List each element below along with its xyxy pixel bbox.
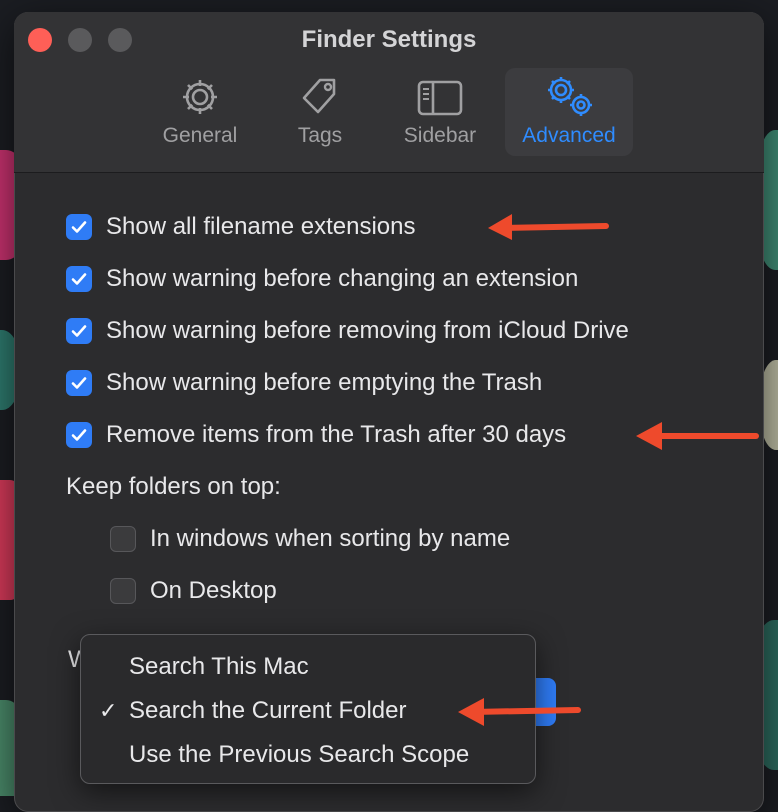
option-label: Remove items from the Trash after 30 day… [106, 421, 567, 448]
toolbar: Finder Settings General Tags Sidebar Adv… [14, 12, 764, 173]
option-label: On Desktop [150, 577, 277, 604]
gears-icon [548, 77, 592, 116]
checkmark-icon [71, 325, 87, 337]
option-label: Show warning before emptying the Trash [106, 369, 543, 396]
checkbox-unchecked[interactable] [110, 578, 136, 604]
keep-folders-heading: Keep folders on top: [66, 473, 281, 500]
annotation-arrow-icon [488, 214, 609, 240]
option-label: In windows when sorting by name [150, 525, 511, 552]
checkbox-unchecked[interactable] [110, 526, 136, 552]
option-show-extensions[interactable]: Show all filename extensions [66, 201, 764, 253]
tab-label: Tags [297, 124, 343, 147]
annotation-arrow-icon [636, 422, 759, 450]
tab-advanced[interactable]: Advanced [505, 68, 633, 156]
checkbox-checked[interactable] [66, 214, 92, 240]
menu-item-label: Search the Current Folder [129, 697, 407, 724]
checkbox-checked[interactable] [66, 370, 92, 396]
checkmark-icon [71, 221, 87, 233]
option-warn-icloud[interactable]: Show warning before removing from iCloud… [66, 305, 764, 357]
tab-label: Advanced [522, 124, 616, 147]
menu-item-label: Use the Previous Search Scope [129, 741, 470, 768]
checkmark-icon [71, 273, 87, 285]
checkbox-checked[interactable] [66, 422, 92, 448]
annotation-arrow-icon [458, 698, 581, 726]
tab-general[interactable]: General [145, 68, 255, 156]
gear-icon [183, 80, 217, 114]
tab-label: Sidebar [403, 124, 477, 147]
option-label: Show warning before changing an extensio… [106, 265, 579, 292]
tab-label: General [162, 124, 238, 147]
tag-icon [302, 78, 336, 114]
checkbox-checked[interactable] [66, 318, 92, 344]
menu-item-previous-scope[interactable]: Use the Previous Search Scope [81, 733, 535, 777]
sidebar-icon [417, 80, 463, 116]
option-folders-top-windows[interactable]: In windows when sorting by name [66, 513, 764, 565]
option-warn-empty-trash[interactable]: Show warning before emptying the Trash [66, 357, 764, 409]
option-label: Show warning before removing from iCloud… [106, 317, 629, 344]
checkmark-icon [71, 429, 87, 441]
menu-item-label: Search This Mac [129, 653, 309, 680]
option-warn-change-extension[interactable]: Show warning before changing an extensio… [66, 253, 764, 305]
option-label: Show all filename extensions [106, 213, 416, 240]
settings-tabs: General Tags Sidebar Advanced [14, 68, 764, 156]
checkmark-icon [71, 377, 87, 389]
option-folders-top-desktop[interactable]: On Desktop [66, 565, 764, 617]
menu-item-search-this-mac[interactable]: Search This Mac [81, 645, 535, 689]
tab-tags[interactable]: Tags [265, 68, 375, 156]
window-title: Finder Settings [301, 26, 477, 53]
advanced-settings-panel: Show all filename extensions Show warnin… [14, 173, 764, 617]
checkmark-icon: ✓ [99, 698, 118, 723]
checkbox-checked[interactable] [66, 266, 92, 292]
tab-sidebar[interactable]: Sidebar [385, 68, 495, 156]
